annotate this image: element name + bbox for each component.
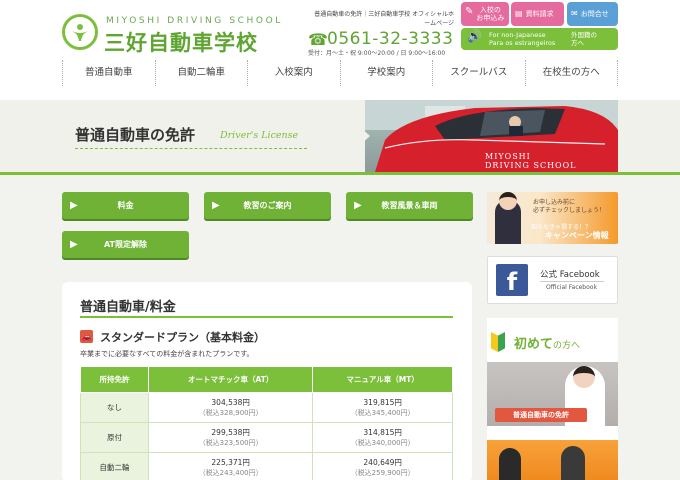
fee-table: 所持免許 オートマチック車（AT） マニュアル車（MT） なし 304,538円…: [80, 366, 453, 480]
facebook-title: 公式 Facebook: [540, 270, 600, 280]
column-header: 所持免許: [80, 366, 149, 393]
motorcycle-banner[interactable]: [487, 440, 618, 480]
hero-banner: MIYOSHI DRIVING SCHOOL 普通自動車の免許 Driver's…: [0, 100, 680, 172]
price-with-tax: （税込243,400円）: [198, 468, 263, 477]
beginner-heading: 初めての方へ: [514, 333, 580, 352]
price-with-tax: （税込259,900円）: [350, 468, 415, 477]
beginner-heading-main: 初めて: [514, 337, 554, 352]
facebook-subtitle: Official Facebook: [546, 284, 597, 291]
price: 314,815円: [363, 427, 402, 437]
staff-photo-head: [499, 192, 517, 210]
foreign-label-en: For non-Japanese Para os estrangeiros: [489, 31, 556, 47]
title-underline: [75, 148, 307, 149]
site-tagline: 普通自動車の免許｜三好自動車学校 オフィシャルホームページ: [314, 11, 454, 27]
plan-description: 卒業までに必要なすべての料金が含まれたプランです。: [80, 350, 254, 358]
section-button-label: AT限定解除: [103, 240, 148, 249]
nav-item-school-bus[interactable]: スクールバス: [432, 60, 525, 86]
site-header: MIYOSHI DRIVING SCHOOL 三好自動車学校 普通自動車の免許｜…: [0, 0, 680, 100]
mt-price-cell: 240,649円 （税込259,900円）: [312, 452, 453, 480]
mt-price-cell: 314,815円 （税込340,000円）: [312, 422, 453, 453]
price: 319,815円: [363, 397, 402, 407]
campaign-text: お申し込み前に 必ずチェックしましょう！: [533, 199, 606, 214]
section-button-label: 教習のご案内: [243, 201, 292, 210]
student-photo-head: [573, 366, 595, 388]
nav-item-school-info[interactable]: 学校案内: [339, 60, 433, 86]
apply-label: 入校の お申込み: [476, 6, 505, 22]
facebook-banner[interactable]: f 公式 Facebook Official Facebook: [487, 256, 618, 304]
fees-heading: 普通自動車/料金: [80, 300, 176, 315]
section-button-scenes[interactable]: ▶ 教習風景＆車両: [346, 192, 473, 219]
mt-price-cell: 319,815円 （税込345,400円）: [312, 392, 453, 423]
price: 299,538円: [211, 427, 250, 437]
speaker-icon: 🔊: [467, 29, 482, 43]
rider-photo-2: [561, 446, 585, 480]
price: 240,649円: [363, 457, 402, 467]
license-cell: 自動二輪: [80, 452, 149, 480]
contact-label: お問合せ: [580, 10, 609, 18]
logo-icon[interactable]: [62, 14, 98, 50]
nav-item-admission[interactable]: 入校案内: [247, 60, 340, 86]
at-price-cell: 225,371円 （税込243,400円）: [147, 452, 314, 480]
license-cell: 原付: [80, 422, 149, 453]
column-header: オートマチック車（AT）: [147, 366, 314, 393]
beginner-heading-suffix: の方へ: [553, 341, 581, 351]
pencil-icon: ✎: [465, 6, 474, 17]
mail-icon: ✉: [571, 9, 578, 18]
car-door-text: MIYOSHI DRIVING SCHOOL: [485, 152, 577, 170]
regular-license-banner[interactable]: 普通自動車の免許: [487, 362, 618, 426]
price-with-tax: （税込345,400円）: [350, 408, 415, 417]
at-price-cell: 299,538円 （税込323,500円）: [147, 422, 314, 453]
beginner-section: 初めての方へ 普通自動車の免許: [487, 318, 618, 480]
nav-item-regular-car[interactable]: 普通自動車: [62, 60, 155, 86]
facebook-icon: f: [496, 264, 528, 296]
price-with-tax: （税込323,500円）: [198, 438, 263, 447]
page-title: 普通自動車の免許: [75, 126, 196, 144]
price: 225,371円: [211, 457, 250, 467]
section-button-lessons[interactable]: ▶ 教習のご案内: [204, 192, 331, 219]
car-icon: 🚗: [80, 330, 93, 343]
rider-photo: [499, 448, 521, 480]
nav-item-motorcycle[interactable]: 自動二輪車: [154, 60, 248, 86]
brochure-label: 資料請求: [525, 10, 554, 18]
hero-car-photo: MIYOSHI DRIVING SCHOOL: [365, 100, 618, 172]
section-button-label: 教習風景＆車両: [381, 201, 438, 210]
column-header: マニュアル車（MT）: [312, 366, 453, 393]
section-button-at-limit[interactable]: ▶ AT限定解除: [62, 231, 189, 258]
price-with-tax: （税込328,900円）: [198, 408, 263, 417]
main-nav: 普通自動車 自動二輪車 入校案内 学校案内 スクールバス 在校生の方へ: [62, 60, 618, 86]
apply-button[interactable]: ✎ 入校の お申込み: [461, 2, 509, 26]
logo-english[interactable]: MIYOSHI DRIVING SCHOOL: [106, 16, 283, 26]
fees-panel: 普通自動車/料金 🚗 スタンダードプラン（基本料金） 卒業までに必要なすべての料…: [62, 282, 472, 480]
section-button-fees[interactable]: ▶ 料金: [62, 192, 189, 219]
table-row: 自動二輪 225,371円 （税込243,400円） 240,649円 （税込259…: [80, 452, 453, 480]
campaign-banner[interactable]: お申し込み前に 必ずチェックしましょう！ 知らなきゃ損する！？ キャンペーン情報: [487, 192, 618, 244]
price-with-tax: （税込340,000円）: [350, 438, 415, 447]
hero-arrow-shape: [330, 100, 370, 172]
table-header-row: 所持免許 オートマチック車（AT） マニュアル車（MT）: [80, 366, 453, 393]
document-icon: ▤: [515, 9, 523, 18]
contact-button[interactable]: ✉ お問合せ: [567, 2, 618, 26]
plan-heading: スタンダードプラン（基本料金）: [100, 331, 265, 344]
foreign-label-jp: 外国籍の 方へ: [571, 31, 597, 47]
brochure-button[interactable]: ▤ 資料請求: [511, 2, 564, 26]
price: 304,538円: [211, 397, 250, 407]
table-row: なし 304,538円 （税込328,900円） 319,815円 （税込345,4…: [80, 392, 453, 423]
license-cell: なし: [80, 392, 149, 423]
phone-number[interactable]: 0561-32-3333: [327, 29, 453, 49]
phone-icon: ☎: [308, 30, 328, 49]
campaign-title: キャンペーン情報: [545, 231, 609, 240]
logo-japanese[interactable]: 三好自動車学校: [104, 27, 258, 57]
heading-rule: [80, 316, 453, 318]
nav-item-current-students[interactable]: 在校生の方へ: [524, 60, 618, 86]
reception-hours: 受付：月～土・祝 9:00～20:00 / 日 9:00～16:00: [308, 50, 446, 57]
at-price-cell: 304,538円 （税込328,900円）: [147, 392, 314, 423]
section-button-label: 料金: [117, 201, 134, 210]
facebook-divider: [540, 281, 604, 282]
beginner-mark-icon: [491, 332, 505, 352]
table-row: 原付 299,538円 （税込323,500円） 314,815円 （税込340,0…: [80, 422, 453, 453]
foreign-visitors-button[interactable]: 🔊 For non-Japanese Para os estrangeiros …: [461, 28, 618, 50]
page-subtitle: Driver's License: [220, 130, 299, 141]
regular-license-label: 普通自動車の免許: [495, 408, 587, 422]
